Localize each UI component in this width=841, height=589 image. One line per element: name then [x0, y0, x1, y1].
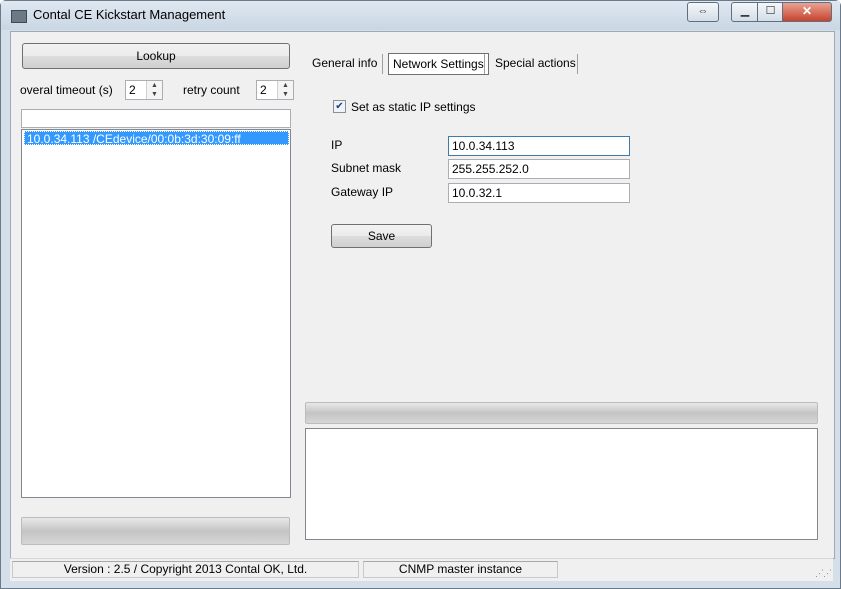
ip-label: IP: [331, 138, 343, 152]
tab-separator: [382, 54, 383, 74]
ip-field[interactable]: 10.0.34.113: [448, 136, 630, 156]
close-icon: ✕: [801, 4, 813, 18]
subnet-mask-field[interactable]: 255.255.252.0: [448, 159, 630, 179]
close-button[interactable]: ✕: [782, 2, 832, 22]
window-switch-button[interactable]: ⇔: [687, 2, 719, 22]
save-button[interactable]: Save: [331, 224, 432, 248]
gateway-ip-label: Gateway IP: [331, 185, 394, 199]
timeout-arrows: ▲ ▼: [146, 81, 162, 99]
app-window: Contal CE Kickstart Management ⇔ ▁ ☐ ✕ L…: [0, 0, 841, 589]
retry-label: retry count: [183, 83, 240, 97]
status-bar: Version : 2.5 / Copyright 2013 Contal OK…: [10, 558, 833, 581]
lookup-button[interactable]: Lookup: [22, 43, 290, 69]
gateway-ip-field[interactable]: 10.0.32.1: [448, 183, 630, 203]
tab-separator: [484, 54, 485, 74]
spin-down-icon[interactable]: ▼: [147, 90, 162, 99]
maximize-icon: ☐: [765, 5, 776, 17]
app-icon: [11, 10, 27, 23]
tab-general-info[interactable]: General info: [312, 53, 377, 75]
retry-arrows: ▲ ▼: [277, 81, 293, 99]
retry-value: 2: [260, 83, 267, 97]
title-bar[interactable]: Contal CE Kickstart Management ⇔ ▁ ☐ ✕: [1, 1, 840, 30]
lookup-progress-bar: [21, 517, 290, 545]
spin-down-icon[interactable]: ▼: [278, 90, 293, 99]
retry-spinner[interactable]: 2 ▲ ▼: [256, 80, 294, 100]
client-area: Lookup overal timeout (s) 2 ▲ ▼ retry co…: [10, 31, 835, 559]
output-log[interactable]: [305, 428, 818, 540]
timeout-value: 2: [129, 83, 136, 97]
static-ip-checkbox[interactable]: ✔: [333, 100, 346, 113]
static-ip-label: Set as static IP settings: [351, 100, 476, 114]
resize-grip-icon[interactable]: ⋰⋰: [815, 568, 832, 579]
maximize-button[interactable]: ☐: [757, 2, 784, 22]
tab-separator: [577, 54, 578, 74]
timeout-label: overal timeout (s): [20, 83, 113, 97]
device-list[interactable]: 10.0.34.113 /CEdevice/00:0b:3d:30:09:ff: [21, 129, 291, 498]
tab-special-actions[interactable]: Special actions: [495, 53, 576, 75]
tab-network-settings[interactable]: Network Settings: [388, 53, 489, 75]
checkmark-icon: ✔: [335, 101, 344, 112]
action-progress-bar: [305, 402, 818, 424]
status-instance: CNMP master instance: [363, 561, 558, 578]
timeout-spinner[interactable]: 2 ▲ ▼: [125, 80, 163, 100]
device-list-item[interactable]: 10.0.34.113 /CEdevice/00:0b:3d:30:09:ff: [24, 131, 289, 146]
window-switch-icon: ⇔: [697, 5, 709, 17]
window-title: Contal CE Kickstart Management: [33, 7, 226, 22]
minimize-button[interactable]: ▁: [731, 2, 759, 22]
subnet-mask-label: Subnet mask: [331, 161, 402, 175]
filter-input[interactable]: [21, 109, 291, 128]
status-version: Version : 2.5 / Copyright 2013 Contal OK…: [12, 561, 359, 578]
minimize-icon: ▁: [740, 5, 750, 17]
